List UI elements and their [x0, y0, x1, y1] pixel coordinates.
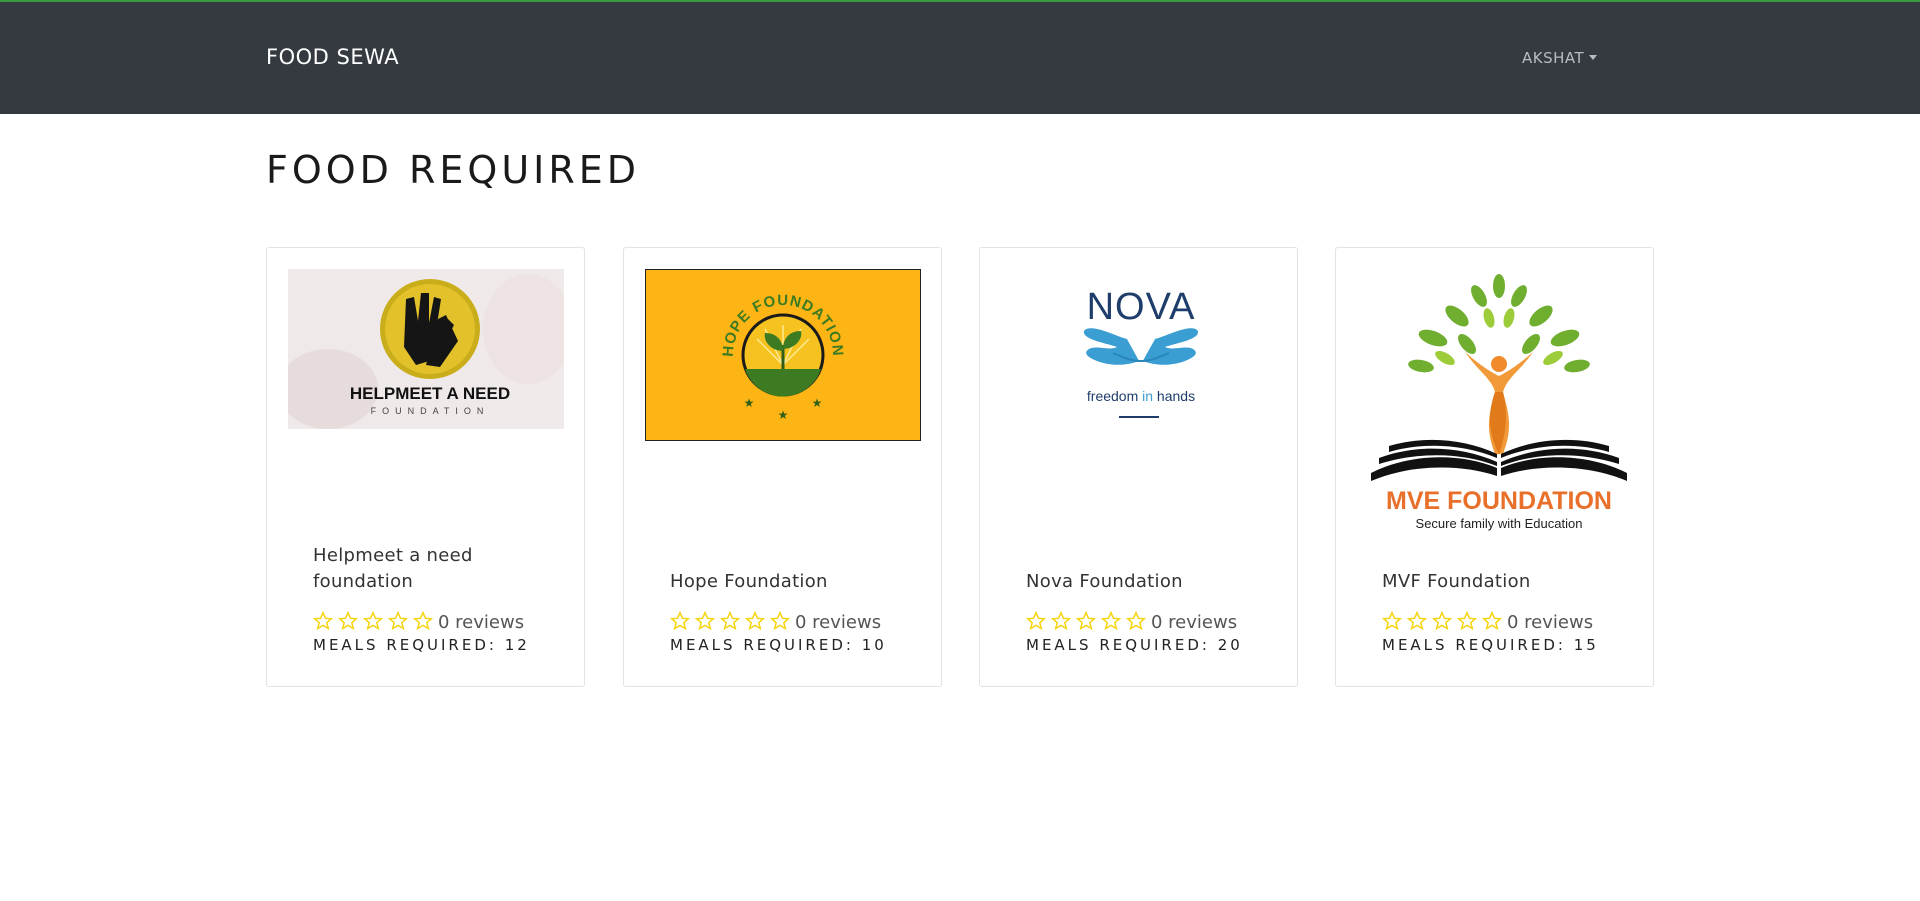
user-name: AKSHAT — [1522, 49, 1585, 67]
svg-text:HELPMEET A NEED: HELPMEET A NEED — [350, 384, 510, 403]
star-outline-icon — [1051, 611, 1071, 631]
foundation-card[interactable]: HELPMEET A NEED FOUNDATION Helpmeet a ne… — [266, 247, 585, 687]
foundation-name[interactable]: Hope Foundation — [670, 569, 890, 595]
star-outline-icon — [363, 611, 383, 631]
star-outline-icon — [695, 611, 715, 631]
navbar: FOOD SEWA AKSHAT — [0, 0, 1920, 114]
svg-text:freedom in hands: freedom in hands — [1087, 388, 1195, 404]
foundation-card[interactable]: NOVA freedom in hands Nova Foundation 0 … — [979, 247, 1298, 687]
svg-text:★: ★ — [744, 396, 755, 410]
user-dropdown[interactable]: AKSHAT — [1522, 49, 1598, 67]
meals-required: MEALS REQUIRED: 15 — [1382, 636, 1599, 654]
rating: 0 reviews — [670, 611, 881, 633]
star-outline-icon — [1457, 611, 1477, 631]
svg-text:★: ★ — [812, 396, 823, 410]
foundation-card[interactable]: HOPE FOUNDATION ★ ★ ★ Hope Foundation 0 … — [623, 247, 942, 687]
svg-text:FOUNDATION: FOUNDATION — [371, 406, 490, 416]
review-count: 0 reviews — [795, 612, 882, 633]
rating: 0 reviews — [1382, 611, 1593, 633]
rating: 0 reviews — [1026, 611, 1237, 633]
foundation-name[interactable]: MVF Foundation — [1382, 569, 1602, 595]
review-count: 0 reviews — [438, 612, 525, 633]
star-outline-icon — [1076, 611, 1096, 631]
foundation-name[interactable]: Nova Foundation — [1026, 569, 1246, 595]
meals-required: MEALS REQUIRED: 12 — [313, 636, 530, 654]
nova-foundation-logo: NOVA freedom in hands — [1083, 286, 1199, 418]
page-title: FOOD REQUIRED — [266, 148, 641, 192]
mve-foundation-logo: MVE FOUNDATION Secure family with Educat… — [1371, 274, 1627, 531]
star-outline-icon — [720, 611, 740, 631]
star-outline-icon — [1026, 611, 1046, 631]
star-outline-icon — [388, 611, 408, 631]
helpmeet-logo: HELPMEET A NEED FOUNDATION — [288, 269, 564, 429]
meals-required: MEALS REQUIRED: 10 — [670, 636, 887, 654]
star-outline-icon — [770, 611, 790, 631]
rating: 0 reviews — [313, 611, 524, 633]
star-outline-icon — [338, 611, 358, 631]
svg-text:NOVA: NOVA — [1087, 286, 1196, 328]
star-outline-icon — [413, 611, 433, 631]
caret-down-icon — [1589, 55, 1598, 60]
review-count: 0 reviews — [1151, 612, 1238, 633]
foundation-card[interactable]: MVE FOUNDATION Secure family with Educat… — [1335, 247, 1654, 687]
foundation-name[interactable]: Helpmeet a need foundation — [313, 543, 533, 595]
star-outline-icon — [745, 611, 765, 631]
meals-required: MEALS REQUIRED: 20 — [1026, 636, 1243, 654]
star-outline-icon — [1482, 611, 1502, 631]
star-outline-icon — [313, 611, 333, 631]
review-count: 0 reviews — [1507, 612, 1594, 633]
star-outline-icon — [1382, 611, 1402, 631]
star-outline-icon — [1407, 611, 1427, 631]
star-outline-icon — [1126, 611, 1146, 631]
star-outline-icon — [1432, 611, 1452, 631]
brand-link[interactable]: FOOD SEWA — [266, 45, 399, 69]
svg-text:Secure family with Education: Secure family with Education — [1416, 516, 1583, 531]
star-outline-icon — [670, 611, 690, 631]
hope-foundation-logo: HOPE FOUNDATION ★ ★ ★ — [645, 269, 921, 441]
svg-text:MVE FOUNDATION: MVE FOUNDATION — [1386, 487, 1612, 515]
star-outline-icon — [1101, 611, 1121, 631]
svg-text:★: ★ — [778, 408, 789, 422]
